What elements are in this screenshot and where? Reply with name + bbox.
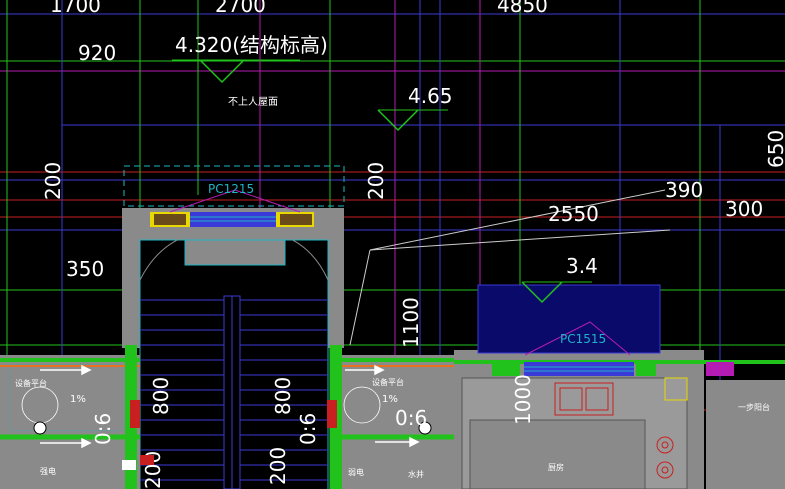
elev-465: 4.65	[408, 84, 453, 108]
dim-06-mid: 0:6	[296, 413, 320, 445]
slope-left-label: 1%	[70, 394, 86, 405]
dim-2550: 2550	[548, 202, 599, 226]
room-strong-left-label: 强电	[40, 466, 56, 476]
dim-800-mid: 800	[271, 377, 295, 415]
dim-350: 350	[66, 257, 104, 281]
equip-platform-mid-label: 设备平台	[372, 377, 404, 387]
window-pc1215-label: PC1215	[208, 182, 254, 196]
hatched-area: PC1515	[477, 284, 661, 356]
dim-200-left: 200	[41, 162, 65, 200]
dim-top-4850: 4850	[497, 0, 548, 17]
room-water-label: 水井	[408, 469, 424, 479]
room-strong-mid-label: 弱电	[348, 467, 364, 477]
dim-06-left: 0:6	[91, 413, 115, 445]
elev-main: 4.320(结构标高)	[175, 33, 328, 57]
dim-top-2700: 2700	[215, 0, 266, 17]
dim-top-1700: 1700	[50, 0, 101, 17]
dim-650: 650	[764, 130, 785, 168]
dim-300: 300	[725, 197, 763, 221]
note-roof: 不上人屋面	[228, 96, 278, 108]
window-pc1515-label: PC1515	[560, 332, 606, 346]
balcony-label: 一步阳台	[738, 402, 770, 412]
room-kitchen-label: 厨房	[548, 462, 564, 472]
equip-platform-left: 设备平台 1% 强电	[0, 345, 140, 489]
cad-drawing: PC1215 设备平台 1% 强电 设备平台 1% 弱电 水井 厨房 一步阳台 …	[0, 0, 785, 489]
equip-platform-mid: 设备平台 1% 弱电 水井	[330, 345, 454, 489]
dim-06-right: 0:6	[395, 406, 427, 430]
slope-mid-label: 1%	[382, 394, 398, 405]
equip-platform-left-label: 设备平台	[15, 378, 47, 388]
dim-200-bot-mid: 200	[266, 447, 290, 485]
dim-920: 920	[78, 41, 116, 65]
elev-34: 3.4	[566, 254, 598, 278]
dim-390: 390	[665, 178, 703, 202]
dim-800-left: 800	[149, 377, 173, 415]
dim-200-mid: 200	[364, 162, 388, 200]
dim-1000: 1000	[511, 374, 535, 425]
dim-1100: 1100	[399, 297, 423, 348]
